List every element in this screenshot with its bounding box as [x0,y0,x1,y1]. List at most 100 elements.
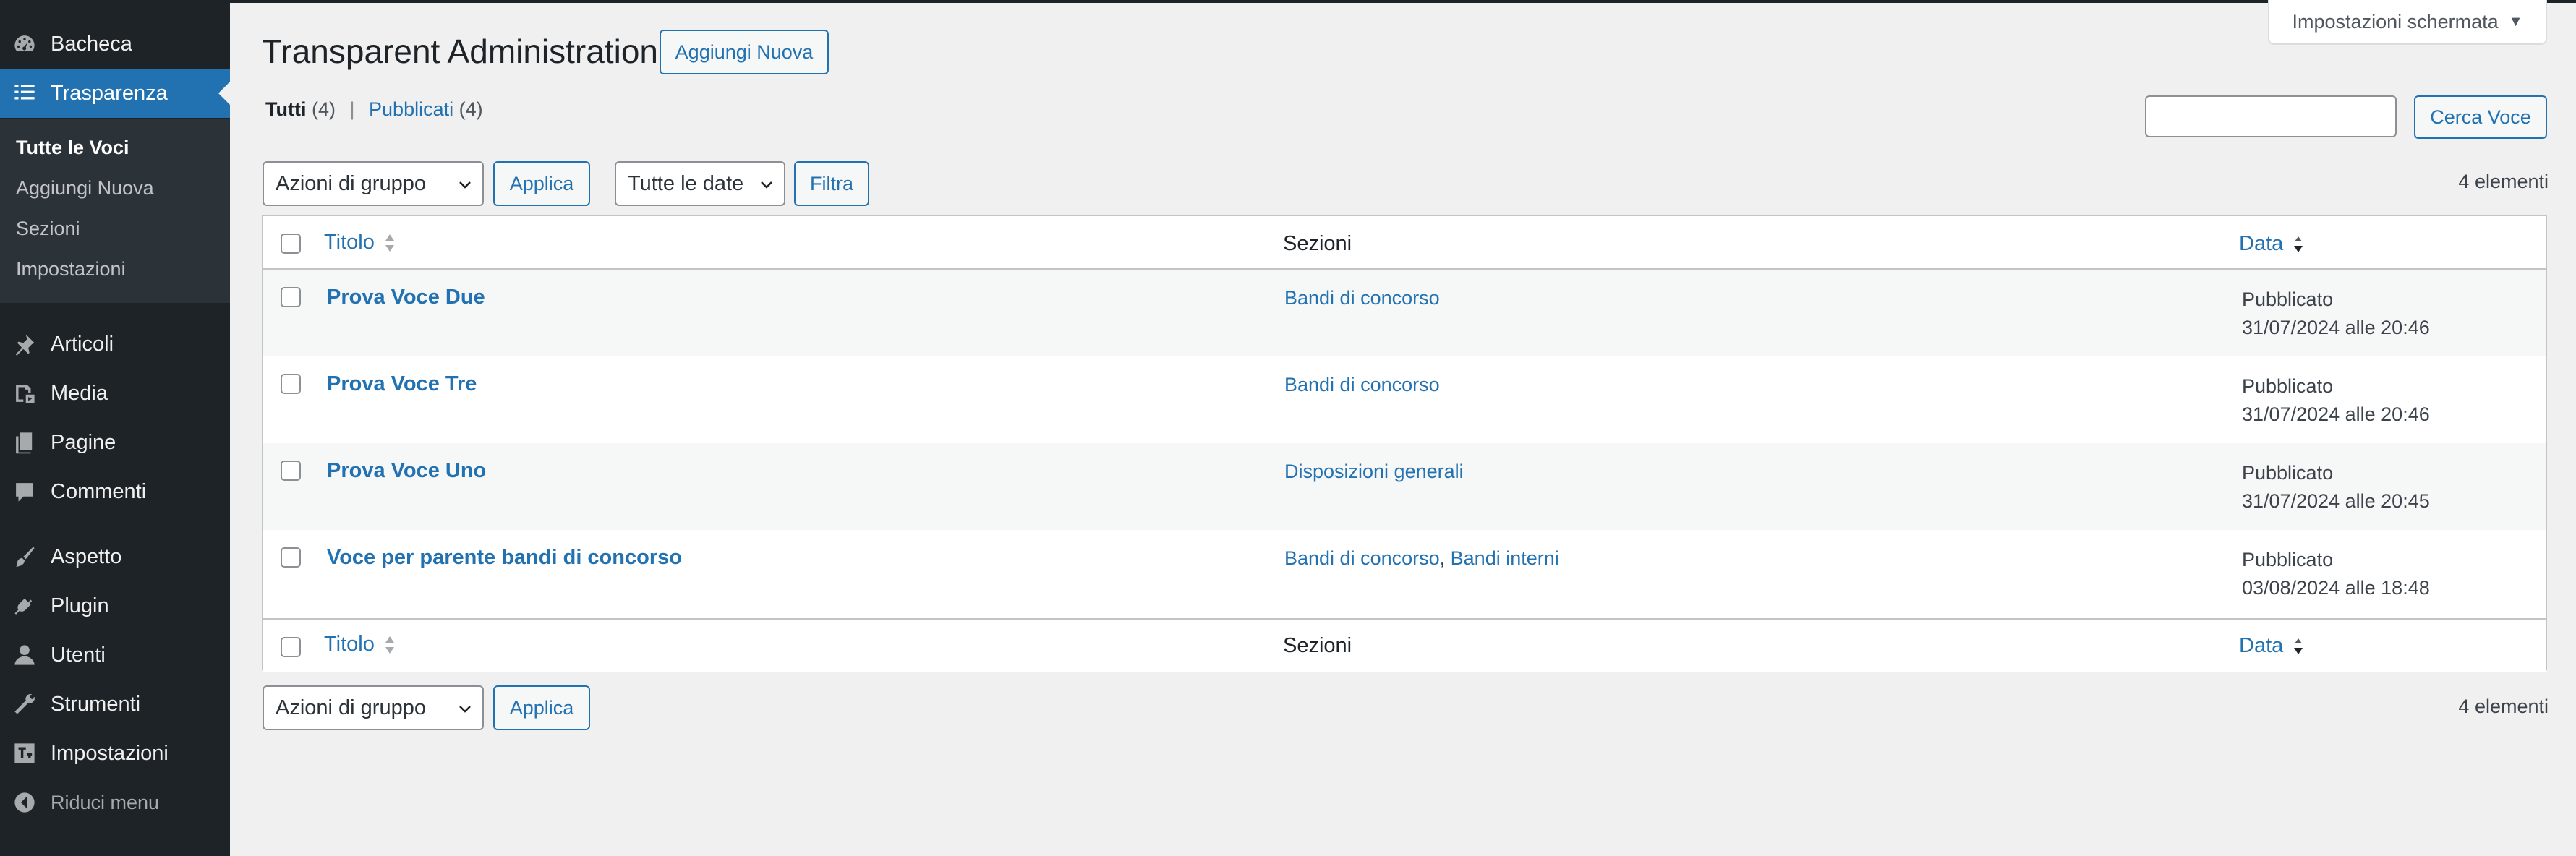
row-checkbox[interactable] [281,287,301,307]
column-date-label: Data [2239,634,2284,657]
row-title-link[interactable]: Prova Voce Tre [327,372,477,396]
select-all-checkbox[interactable] [281,637,301,657]
sort-desc-icon [2294,236,2303,253]
bulk-actions-value: Azioni di gruppo [276,171,426,195]
screen-options-label: Impostazioni schermata [2292,10,2499,33]
list-icon [10,79,39,108]
sidebar-item-trasparenza[interactable]: Trasparenza [0,69,230,118]
bulk-actions-select[interactable]: Azioni di gruppo [263,161,484,206]
sidebar-item-impostazioni[interactable]: Impostazioni [0,729,230,778]
section-link[interactable]: Disposizioni generali [1284,461,1464,482]
row-checkbox[interactable] [281,461,301,481]
table-row: Voce per parente bandi di concorso Bandi… [263,530,2546,617]
sidebar-item-utenti[interactable]: Utenti [0,630,230,680]
section-separator: , [1439,547,1451,569]
row-status: Pubblicato [2242,462,2334,484]
sidebar-item-strumenti[interactable]: Strumenti [0,680,230,729]
caret-down-icon: ▼ [2508,13,2523,30]
row-title-link[interactable]: Prova Voce Uno [327,459,486,483]
column-date-sort[interactable]: Data [2239,634,2305,658]
search-input[interactable] [2145,95,2397,137]
date-filter-select[interactable]: Tutte le date [615,161,785,206]
page-icon [10,428,39,457]
view-all-label[interactable]: Tutti [265,98,306,120]
apply-button[interactable]: Applica [493,161,590,206]
settings-icon [10,739,39,768]
admin-bar-edge [230,0,2576,3]
section-link[interactable]: Bandi di concorso [1284,374,1440,395]
chevron-down-icon [758,176,775,193]
sidebar-item-pagine[interactable]: Pagine [0,418,230,467]
row-datetime: 31/07/2024 alle 20:45 [2242,490,2430,512]
row-title-link[interactable]: Prova Voce Due [327,286,485,309]
sidebar-item-media[interactable]: Media [0,369,230,418]
column-date-sort[interactable]: Data [2239,232,2305,256]
sidebar-item-label: Media [51,381,108,405]
column-title-label: Titolo [324,231,375,254]
sidebar-item-aspetto[interactable]: Aspetto [0,532,230,581]
sort-desc-icon [2294,638,2303,655]
sidebar-submenu: Tutte le Voci Aggiungi Nuova Sezioni Imp… [0,119,230,303]
view-separator: | [349,98,355,120]
row-status: Pubblicato [2242,549,2334,570]
row-sections: Bandi di concorso [1284,374,1440,396]
bulk-actions-select-bottom[interactable]: Azioni di gruppo [263,685,484,730]
submenu-item-tutte-le-voci[interactable]: Tutte le Voci [16,137,129,159]
view-published-link[interactable]: Pubblicati [369,98,453,120]
section-link[interactable]: Bandi di concorso [1284,547,1440,569]
section-link[interactable]: Bandi interni [1451,547,1559,569]
table-row: Prova Voce Uno Disposizioni generali Pub… [263,443,2546,530]
table-row: Prova Voce Tre Bandi di concorso Pubblic… [263,356,2546,443]
screen-options-button[interactable]: Impostazioni schermata ▼ [2268,0,2547,45]
collapse-menu-button[interactable]: Riduci menu [0,778,230,827]
row-datetime: 31/07/2024 alle 20:46 [2242,317,2430,338]
sort-arrows-icon [385,636,394,654]
row-checkbox[interactable] [281,547,301,568]
sidebar-item-bacheca[interactable]: Bacheca [0,20,230,69]
brush-icon [10,542,39,571]
submenu-item-aggiungi-nuova[interactable]: Aggiungi Nuova [16,177,154,200]
column-title-sort[interactable]: Titolo [324,633,396,656]
sidebar-item-label: Plugin [51,594,109,617]
date-filter-value: Tutte le date [628,171,744,195]
sidebar-item-plugin[interactable]: Plugin [0,581,230,630]
sidebar-item-label: Strumenti [51,692,141,716]
add-new-button[interactable]: Aggiungi Nuova [660,30,829,74]
row-status: Pubblicato [2242,288,2334,310]
dashboard-icon [10,30,39,59]
collapse-arrow-icon [10,788,39,817]
admin-sidebar: Bacheca Trasparenza Tutte le Voci Aggiun… [0,0,230,856]
submenu-item-sezioni[interactable]: Sezioni [16,218,80,240]
items-table: Titolo Sezioni Data Prova Voce Due Bandi… [262,215,2547,672]
submenu-item-impostazioni[interactable]: Impostazioni [16,258,126,281]
bulk-actions-value: Azioni di gruppo [276,696,426,719]
search-button[interactable]: Cerca Voce [2414,95,2547,139]
sidebar-item-articoli[interactable]: Articoli [0,320,230,369]
sidebar-item-label: Trasparenza [51,81,168,105]
column-title-sort[interactable]: Titolo [324,231,396,254]
row-date: Pubblicato 31/07/2024 alle 20:46 [2242,286,2430,342]
plug-icon [10,591,39,620]
sidebar-item-label: Articoli [51,332,114,356]
chevron-down-icon [456,176,474,193]
sidebar-item-label: Pagine [51,430,116,454]
sort-arrows-icon [385,234,394,252]
filter-button[interactable]: Filtra [794,161,869,206]
section-link[interactable]: Bandi di concorso [1284,287,1440,309]
row-date: Pubblicato 03/08/2024 alle 18:48 [2242,546,2430,602]
sidebar-item-label: Utenti [51,643,106,667]
chevron-down-icon [456,700,474,717]
pin-icon [10,330,39,359]
apply-button-bottom[interactable]: Applica [493,685,590,730]
row-title-link[interactable]: Voce per parente bandi di concorso [327,546,682,570]
column-date-label: Data [2239,232,2284,255]
table-header: Titolo Sezioni Data [263,216,2546,270]
row-checkbox[interactable] [281,374,301,394]
sidebar-item-label: Aspetto [51,544,122,568]
select-all-checkbox[interactable] [281,234,301,254]
row-date: Pubblicato 31/07/2024 alle 20:46 [2242,372,2430,429]
collapse-menu-label: Riduci menu [51,791,160,813]
row-sections: Bandi di concorso, Bandi interni [1284,547,1559,570]
sidebar-item-commenti[interactable]: Commenti [0,467,230,516]
row-datetime: 03/08/2024 alle 18:48 [2242,577,2430,599]
